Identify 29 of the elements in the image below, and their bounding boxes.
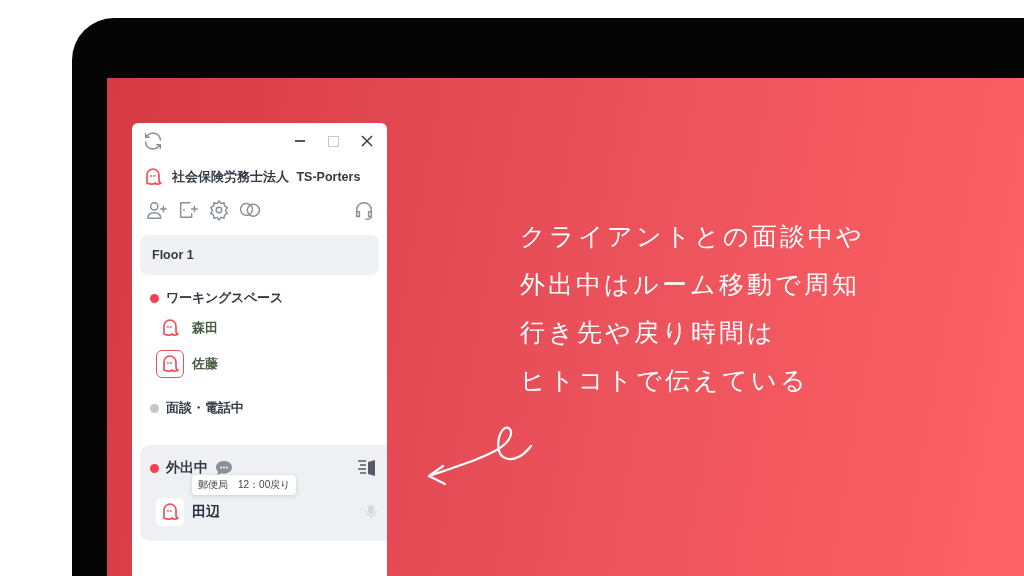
member-name: 佐藤 <box>192 355 218 373</box>
settings-icon[interactable] <box>208 199 230 221</box>
room-name[interactable]: 外出中 <box>166 459 208 477</box>
headset-icon[interactable] <box>353 199 375 221</box>
room-name[interactable]: ワーキングスペース <box>166 289 283 307</box>
ghost-icon <box>161 318 179 338</box>
chat-bubble-icon[interactable] <box>215 460 233 476</box>
ghost-logo-icon <box>144 167 162 187</box>
ghost-icon <box>161 502 179 522</box>
refresh-icon[interactable] <box>142 130 164 152</box>
caption-line: 行き先や戻り時間は <box>520 319 777 346</box>
organization-name: 社会保険労務士法人 <box>172 169 289 184</box>
member-name: 田辺 <box>192 503 220 521</box>
ghost-icon <box>161 354 179 374</box>
caption-line: クライアントとの面談中や <box>520 223 865 250</box>
member-name: 森田 <box>192 319 218 337</box>
avatar[interactable] <box>156 498 184 526</box>
organization-code: TS-Porters <box>296 169 361 184</box>
add-room-icon[interactable] <box>177 199 199 221</box>
avatar[interactable] <box>156 350 184 378</box>
status-tooltip: 郵便局 12：00戻り <box>192 475 297 495</box>
caption-line: 外出中はルーム移動で周知 <box>520 271 861 298</box>
caption-line: ヒトコトで伝えている <box>520 367 810 394</box>
leave-room-icon[interactable] <box>357 459 377 477</box>
room-name[interactable]: 面談・電話中 <box>166 399 244 417</box>
maximize-icon[interactable] <box>328 135 339 147</box>
close-icon[interactable] <box>361 135 373 147</box>
add-user-icon[interactable] <box>146 199 168 221</box>
floor-tab[interactable]: Floor 1 <box>140 235 379 275</box>
